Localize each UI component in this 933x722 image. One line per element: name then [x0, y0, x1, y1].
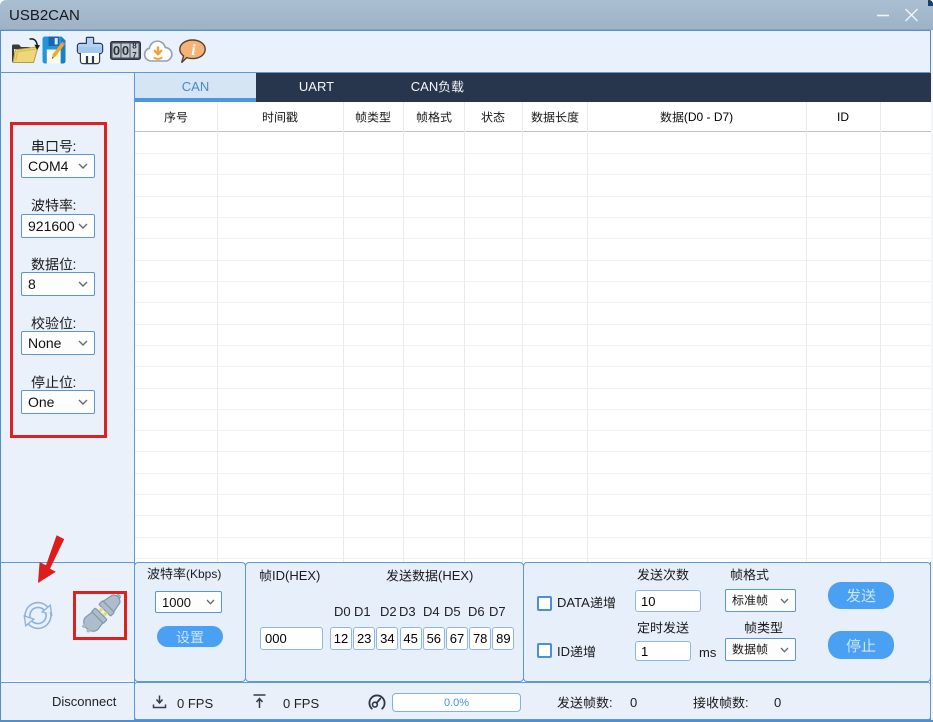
svg-text:0: 0: [113, 43, 120, 58]
svg-text:i: i: [191, 42, 196, 59]
svg-text:8: 8: [132, 42, 137, 51]
svg-text:7: 7: [132, 51, 137, 60]
svg-text:0: 0: [122, 43, 129, 58]
